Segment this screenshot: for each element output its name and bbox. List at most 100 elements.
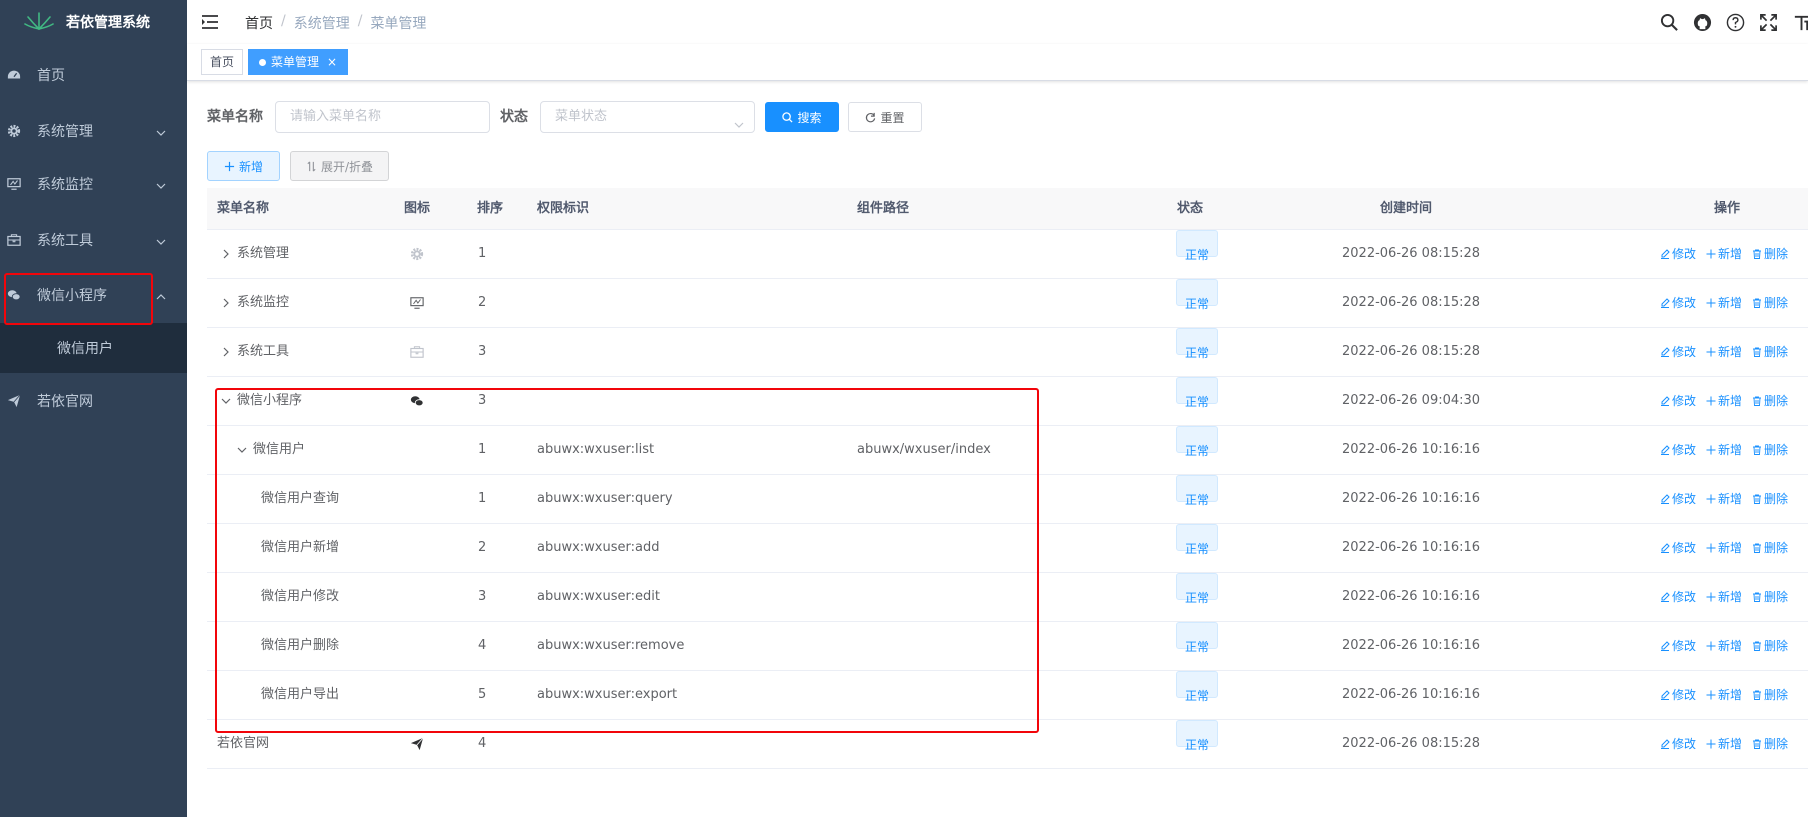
chevron-right-icon[interactable] xyxy=(221,347,231,357)
delete-button[interactable]: 删除 xyxy=(1752,720,1788,768)
edit-button[interactable]: 修改 xyxy=(1660,720,1696,768)
search-button[interactable]: 搜索 xyxy=(765,102,839,132)
edit-icon xyxy=(1660,690,1670,700)
delete-button[interactable]: 删除 xyxy=(1752,622,1788,670)
chevron-right-icon[interactable] xyxy=(221,249,231,259)
sidebar-item-website[interactable]: 若依官网 xyxy=(0,373,187,429)
monitor-icon xyxy=(410,279,424,327)
hamburger-icon[interactable] xyxy=(201,13,219,31)
edit-button[interactable]: 修改 xyxy=(1660,622,1696,670)
cell-order: 3 xyxy=(478,344,487,359)
menu-name-input[interactable]: 请输入菜单名称 xyxy=(275,101,490,133)
logo-icon xyxy=(24,9,54,35)
edit-button[interactable]: 修改 xyxy=(1660,377,1696,425)
reset-button[interactable]: 重置 xyxy=(848,102,922,132)
sidebar-item-label: 系统监控 xyxy=(37,177,93,193)
sidebar-item-wechat[interactable]: 微信小程序 xyxy=(0,267,187,323)
edit-button[interactable]: 修改 xyxy=(1660,524,1696,572)
delete-button[interactable]: 删除 xyxy=(1752,426,1788,474)
delete-label: 删除 xyxy=(1764,247,1789,261)
add-button[interactable]: 新增 xyxy=(1706,671,1742,719)
add-button[interactable]: 新增 xyxy=(1706,524,1742,572)
logo[interactable]: 若依管理系统 xyxy=(0,0,187,44)
delete-icon xyxy=(1752,396,1762,406)
add-button[interactable]: 新增 xyxy=(1706,573,1742,621)
cell-order: 2 xyxy=(478,295,487,310)
sidebar-item-home[interactable]: 首页 xyxy=(0,44,187,106)
sidebar-item-monitor[interactable]: 系统监控 xyxy=(0,156,187,212)
delete-button[interactable]: 删除 xyxy=(1752,279,1788,327)
edit-button[interactable]: 修改 xyxy=(1660,426,1696,474)
sidebar-item-tools[interactable]: 系统工具 xyxy=(0,212,187,267)
delete-button[interactable]: 删除 xyxy=(1752,475,1788,523)
sidebar-item-system[interactable]: 系统管理 xyxy=(0,106,187,156)
add-button[interactable]: 新增 xyxy=(1706,328,1742,376)
fullscreen-icon[interactable] xyxy=(1758,12,1778,32)
add-label: 新增 xyxy=(1718,541,1743,555)
sidebar-subitem-wxuser[interactable]: 微信用户 xyxy=(0,323,187,373)
github-icon[interactable] xyxy=(1692,12,1712,32)
plus-icon xyxy=(224,161,235,171)
menu-name-text: 系统管理 xyxy=(237,246,290,261)
edit-button[interactable]: 修改 xyxy=(1660,475,1696,523)
delete-button[interactable]: 删除 xyxy=(1752,377,1788,425)
delete-label: 删除 xyxy=(1764,590,1789,604)
search-icon[interactable] xyxy=(1659,12,1679,32)
status-select[interactable]: 菜单状态 xyxy=(540,101,755,133)
breadcrumb-item-home[interactable]: 首页 xyxy=(245,13,273,33)
add-button[interactable]: 新增 xyxy=(1706,230,1742,278)
sidebar-item-label: 首页 xyxy=(37,68,65,84)
cell-name: 微信用户新增 xyxy=(261,524,339,572)
delete-label: 删除 xyxy=(1764,296,1789,310)
close-icon[interactable]: × xyxy=(327,50,337,74)
delete-label: 删除 xyxy=(1764,737,1789,751)
add-button[interactable]: 新增 xyxy=(1706,720,1742,768)
size-icon[interactable] xyxy=(1791,12,1808,32)
tab-home[interactable]: 首页 xyxy=(201,49,244,75)
edit-label: 修改 xyxy=(1672,443,1697,457)
add-button[interactable]: 新增 xyxy=(1706,426,1742,474)
expand-collapse-button[interactable]: 展开/折叠 xyxy=(290,151,389,181)
add-label: 新增 xyxy=(1718,247,1743,261)
column-header-icon: 图标 xyxy=(404,201,431,216)
status-badge: 正常 xyxy=(1176,671,1219,703)
add-label: 新增 xyxy=(1718,639,1743,653)
menu-name-text: 系统工具 xyxy=(237,344,290,359)
delete-button[interactable]: 删除 xyxy=(1752,573,1788,621)
delete-button[interactable]: 删除 xyxy=(1752,671,1788,719)
tab-menu-management[interactable]: 菜单管理 × xyxy=(248,49,349,75)
cell-order: 1 xyxy=(478,246,487,261)
reset-button-label: 重置 xyxy=(880,110,905,125)
edit-label: 修改 xyxy=(1672,590,1697,604)
add-button[interactable]: 新增 xyxy=(1706,475,1742,523)
cell-name: 微信用户查询 xyxy=(261,475,339,523)
edit-button[interactable]: 修改 xyxy=(1660,230,1696,278)
status-badge: 正常 xyxy=(1176,328,1219,360)
column-header-created: 创建时间 xyxy=(1380,201,1433,216)
edit-button[interactable]: 修改 xyxy=(1660,671,1696,719)
chevron-down-icon[interactable] xyxy=(237,445,247,455)
delete-label: 删除 xyxy=(1764,345,1789,359)
chevron-right-icon[interactable] xyxy=(221,298,231,308)
add-button[interactable]: 新增 xyxy=(1706,279,1742,327)
edit-button[interactable]: 修改 xyxy=(1660,328,1696,376)
delete-button[interactable]: 删除 xyxy=(1752,524,1788,572)
add-button[interactable]: 新增 xyxy=(1706,622,1742,670)
edit-button[interactable]: 修改 xyxy=(1660,573,1696,621)
help-icon[interactable] xyxy=(1725,12,1745,32)
delete-button[interactable]: 删除 xyxy=(1752,328,1788,376)
cell-created: 2022-06-26 10:16:16 xyxy=(1342,687,1481,702)
delete-button[interactable]: 删除 xyxy=(1752,230,1788,278)
chevron-down-icon[interactable] xyxy=(221,396,231,406)
menu-name-text: 微信小程序 xyxy=(237,393,303,408)
column-header-name: 菜单名称 xyxy=(217,201,270,216)
status-badge: 正常 xyxy=(1176,279,1219,311)
table-row: 微信用户新增 2 abuwx:wxuser:add 正常 2022-06-26 10:1… xyxy=(207,524,1808,573)
add-button[interactable]: 新增 xyxy=(1706,377,1742,425)
menu-name-text: 微信用户查询 xyxy=(261,491,340,506)
edit-button[interactable]: 修改 xyxy=(1660,279,1696,327)
add-button[interactable]: 新增 xyxy=(207,151,280,181)
cell-perm: abuwx:wxuser:remove xyxy=(537,638,685,653)
add-button-label: 新增 xyxy=(238,159,263,174)
breadcrumb: 首页 / 系统管理 / 菜单管理 xyxy=(245,13,426,33)
